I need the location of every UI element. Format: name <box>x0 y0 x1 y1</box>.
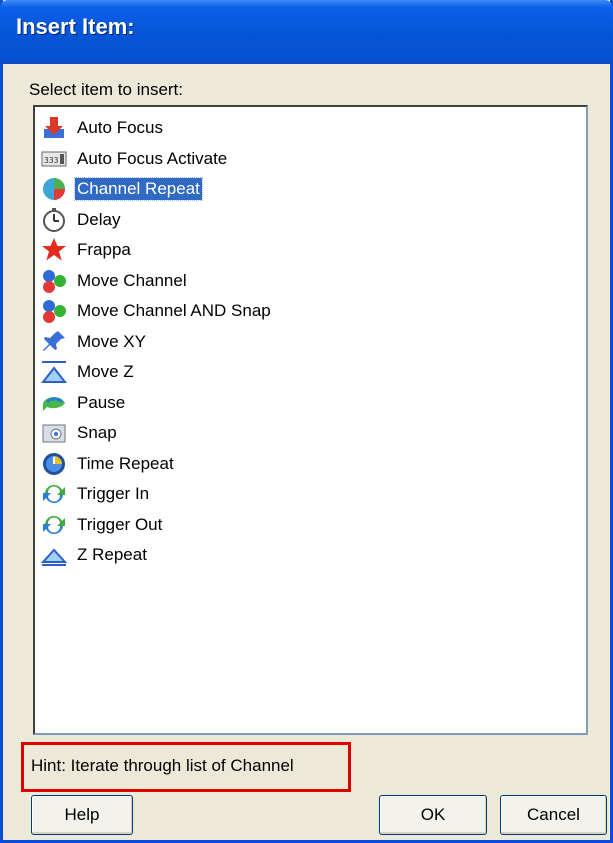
list-item-label: Time Repeat <box>77 453 174 473</box>
list-item-move-channel[interactable]: Move Channel <box>35 266 586 297</box>
list-item-label: Z Repeat <box>77 545 147 565</box>
list-item-z-repeat[interactable]: Z Repeat <box>35 540 586 571</box>
z-repeat-icon <box>41 542 67 568</box>
list-item-label: Frappa <box>77 240 131 260</box>
move-z-icon <box>41 359 67 385</box>
list-item-trigger-out[interactable]: Trigger Out <box>35 510 586 541</box>
list-item-time-repeat[interactable]: Time Repeat <box>35 449 586 480</box>
list-item-label: Auto Focus Activate <box>77 148 228 168</box>
svg-text:333: 333 <box>44 156 59 165</box>
list-item-move-xy[interactable]: Move XY <box>35 327 586 358</box>
cancel-button[interactable]: Cancel <box>500 795 607 835</box>
ok-button[interactable]: OK <box>379 795 487 835</box>
move-channel-snap-icon <box>41 298 67 324</box>
help-button[interactable]: Help <box>31 795 133 835</box>
clock-icon <box>41 207 67 233</box>
list-item-label: Snap <box>77 423 117 443</box>
move-channel-icon <box>41 268 67 294</box>
trigger-out-icon <box>41 512 67 538</box>
list-item-label: Move Channel <box>77 270 187 290</box>
auto-focus-activate-icon: 333 <box>41 146 67 172</box>
title-bar[interactable]: Insert Item: <box>0 0 613 64</box>
list-item-label: Channel Repeat <box>74 177 203 202</box>
list-item-label: Move Channel AND Snap <box>77 301 271 321</box>
time-repeat-icon <box>41 451 67 477</box>
list-item-channel-repeat[interactable]: Channel Repeat <box>35 174 586 205</box>
list-item-trigger-in[interactable]: Trigger In <box>35 479 586 510</box>
list-item-delay[interactable]: Delay <box>35 205 586 236</box>
auto-focus-icon <box>41 115 67 141</box>
trigger-in-icon <box>41 481 67 507</box>
list-item-auto-focus[interactable]: Auto Focus <box>35 113 586 144</box>
list-item-label: Trigger Out <box>77 514 163 534</box>
list-item-move-z[interactable]: Move Z <box>35 357 586 388</box>
list-item-frappa[interactable]: Frappa <box>35 235 586 266</box>
hint-text: Hint: Iterate through list of Channel <box>21 742 351 792</box>
list-item-label: Move Z <box>77 362 134 382</box>
pause-icon <box>41 390 67 416</box>
select-prompt-label: Select item to insert: <box>29 80 184 99</box>
list-item-snap[interactable]: Snap <box>35 418 586 449</box>
star-icon <box>41 237 67 263</box>
list-item-label: Trigger In <box>77 484 150 504</box>
list-item-auto-focus-activate[interactable]: 333 Auto Focus Activate <box>35 144 586 175</box>
pushpin-icon <box>41 329 67 355</box>
list-item-label: Move XY <box>77 331 146 351</box>
insert-item-dialog: Insert Item: Select item to insert: Auto… <box>0 0 613 843</box>
dialog-title: Insert Item: <box>16 14 135 39</box>
camera-icon <box>41 420 67 446</box>
list-item-label: Pause <box>77 392 126 412</box>
channel-repeat-icon <box>41 176 67 202</box>
list-item-move-channel-and-snap[interactable]: Move Channel AND Snap <box>35 296 586 327</box>
list-item-label: Delay <box>77 209 121 229</box>
list-item-label: Auto Focus <box>77 118 163 138</box>
list-item-pause[interactable]: Pause <box>35 388 586 419</box>
item-listbox[interactable]: Auto Focus 333 Auto Focus Activate Chann… <box>33 105 588 735</box>
